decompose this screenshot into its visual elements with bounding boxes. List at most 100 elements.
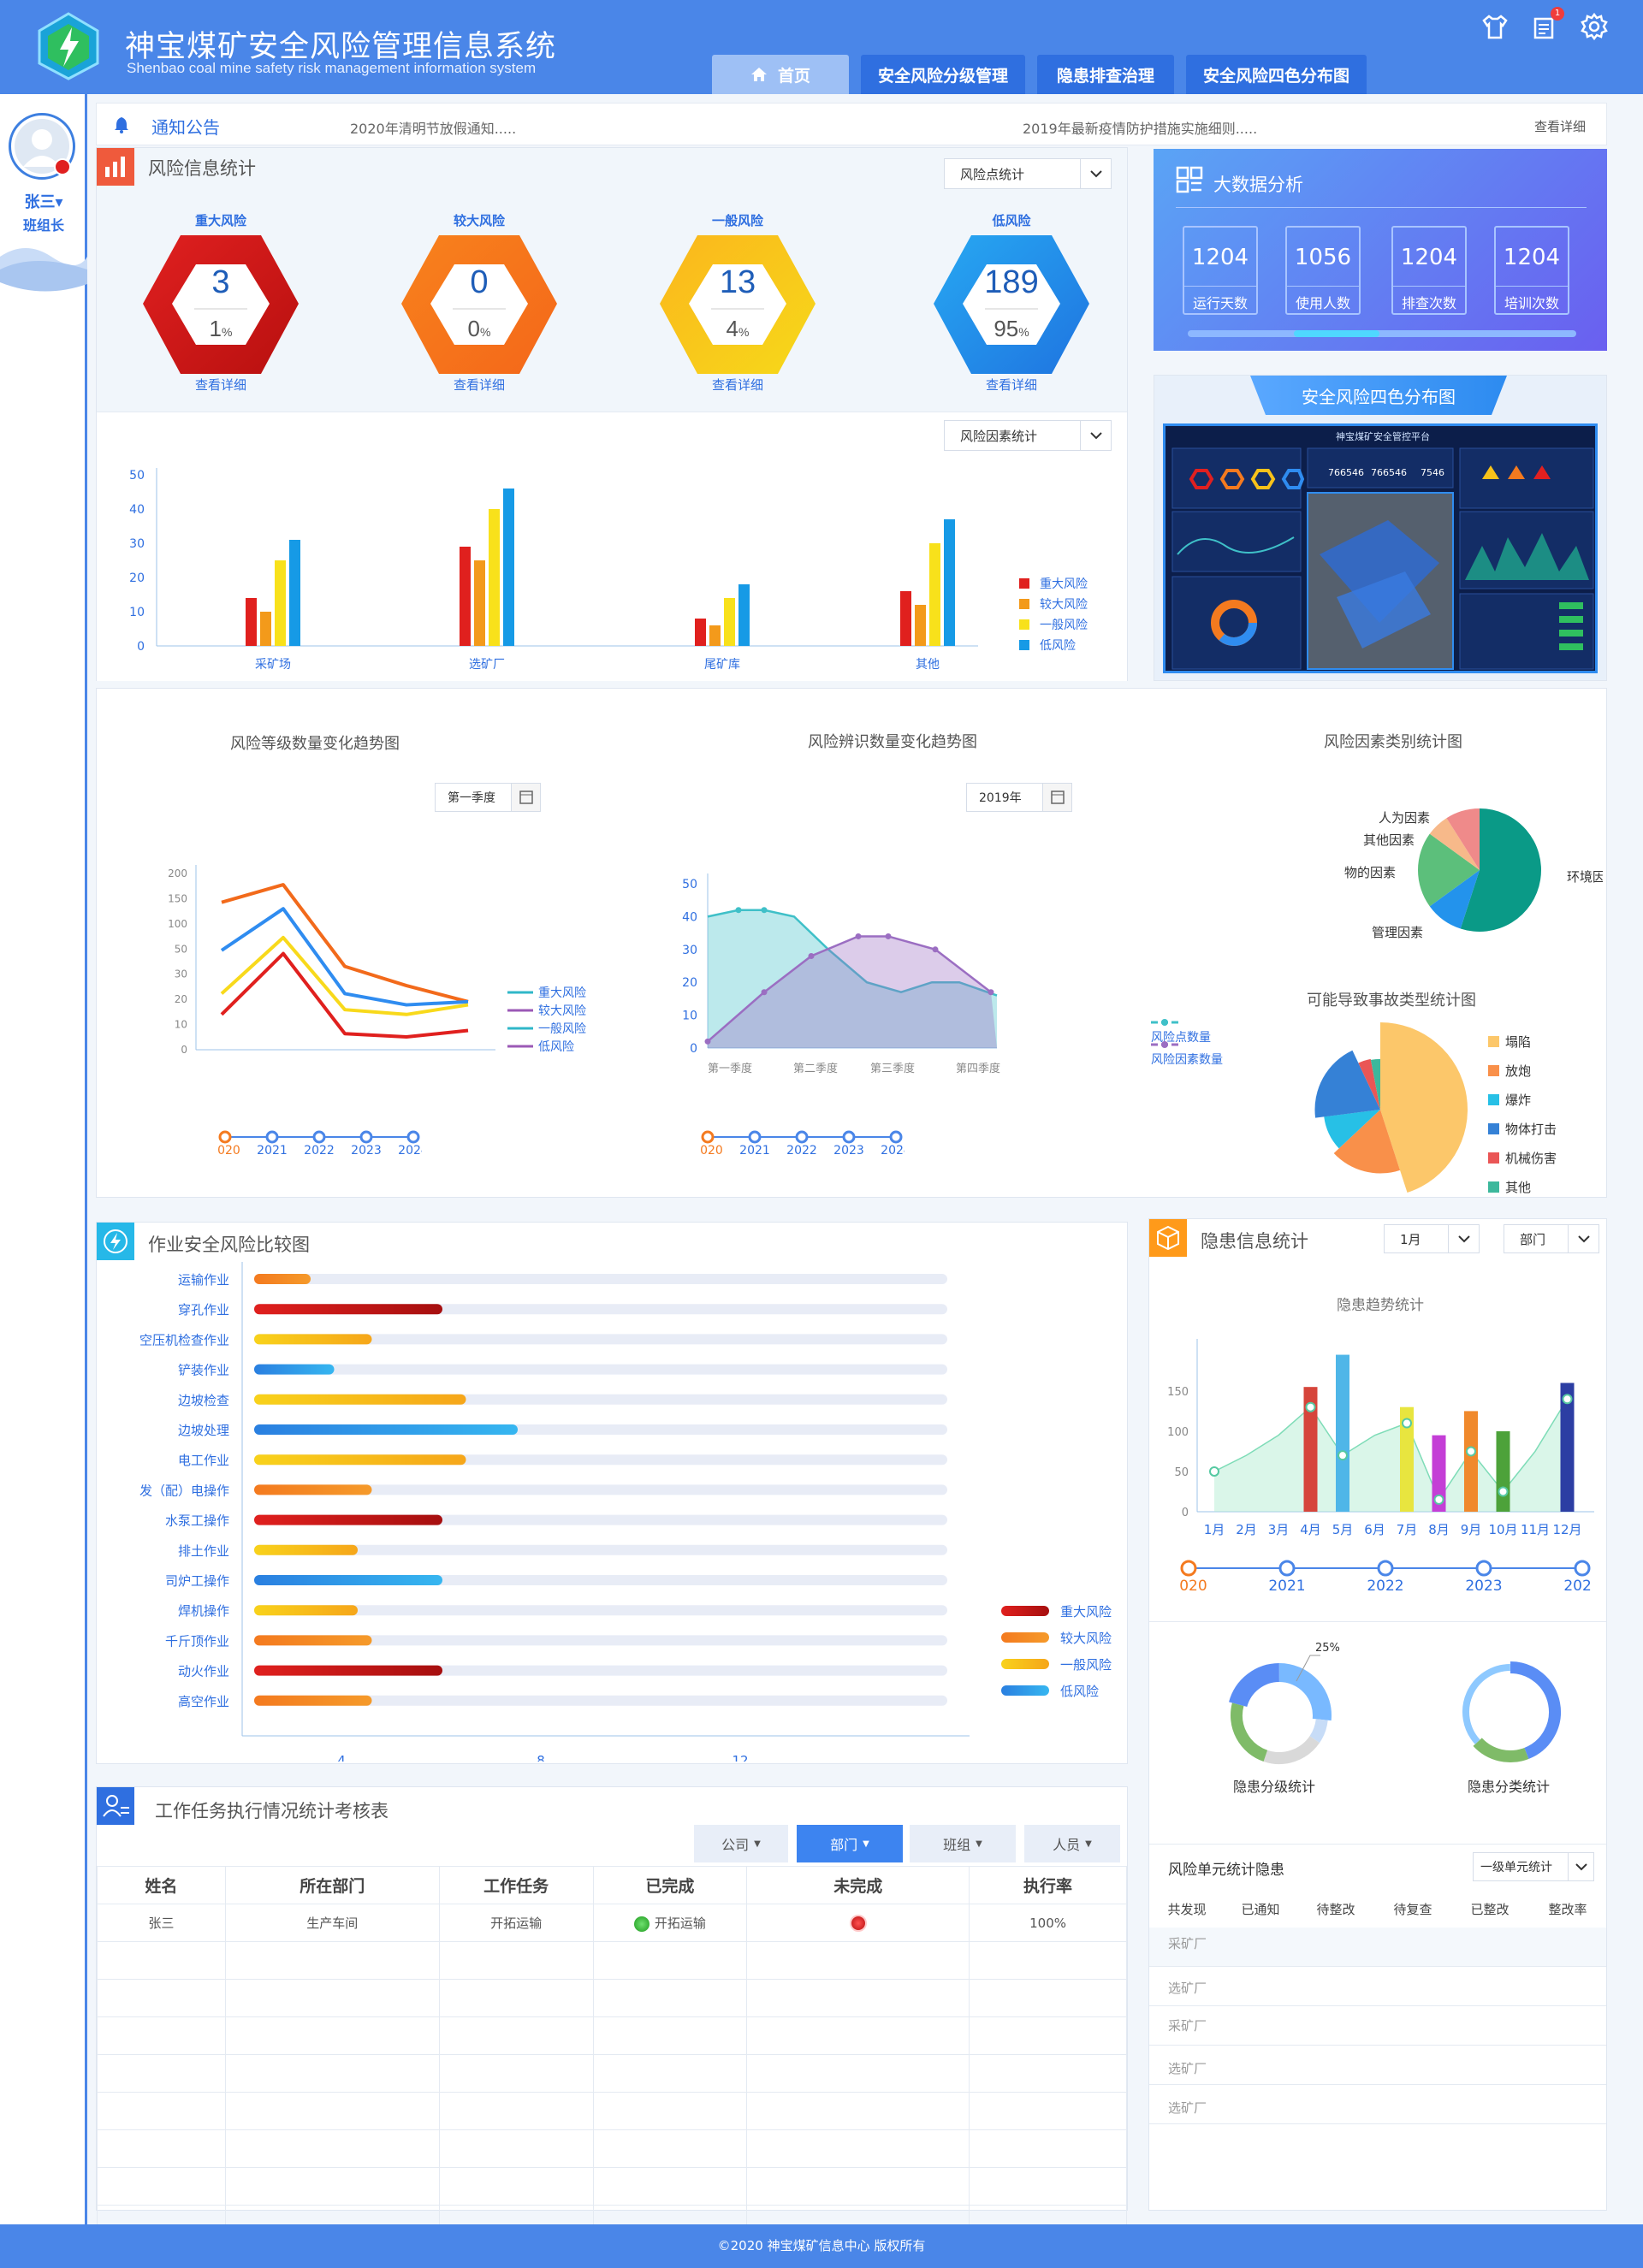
legend-label: 低风险 [1060, 1684, 1099, 1699]
timeline-node [359, 1130, 373, 1144]
timeline-node [1377, 1560, 1394, 1577]
legend-label: 机械伤害 [1505, 1151, 1557, 1166]
category-label: 铲装作业 [178, 1363, 229, 1378]
stat-label: 运行天数 [1184, 286, 1256, 312]
donut-segment [1510, 1661, 1561, 1759]
area-fill [1214, 1399, 1568, 1512]
bar [254, 1424, 518, 1435]
table-row[interactable]: 张三 生产车间 开拓运输 开拓运输 100% [97, 1904, 1127, 1942]
data-point [1466, 1446, 1476, 1457]
header: 神宝煤矿安全风险管理信息系统 Shenbao coal mine safety … [0, 0, 1643, 94]
department-select[interactable]: 部门 [1504, 1224, 1599, 1253]
sidebar: 张三▾ 班组长 [0, 94, 87, 2224]
stat-label: 使用人数 [1287, 286, 1359, 312]
filter-team[interactable]: 班组 ▼ [910, 1825, 1016, 1862]
filter-person[interactable]: 人员 ▼ [1024, 1825, 1120, 1862]
legend-swatch [1488, 1181, 1499, 1193]
pie-label: 其他因素 [1363, 832, 1415, 848]
timeline-year: 2022 [786, 1144, 817, 1158]
donut-segment [1231, 1702, 1268, 1762]
filter-company[interactable]: 公司 ▼ [694, 1825, 788, 1862]
y-tick-label: 50 [129, 469, 145, 483]
risk-factor-select[interactable]: 风险因素统计 [944, 420, 1112, 451]
stat-inspections: 1204 排查次数 [1391, 226, 1467, 315]
col-header: 已完成 [592, 1866, 748, 1904]
view-detail-link[interactable]: 查看详细 [964, 376, 1059, 394]
data-point [988, 989, 994, 996]
timeline-node [842, 1130, 856, 1144]
view-detail-link[interactable]: 查看详细 [691, 376, 785, 394]
month-select[interactable]: 1月 [1384, 1224, 1480, 1253]
cell-task: 开拓运输 [438, 1904, 594, 1942]
notice-label: 通知公告 [151, 117, 220, 138]
list-item[interactable]: 选矿厂 [1149, 1967, 1606, 2006]
year-select-value: 2019年 [979, 791, 1022, 805]
col-header: 所在部门 [224, 1866, 440, 1904]
list-item[interactable]: 采矿厂 [1149, 2006, 1606, 2046]
task-title: 工作任务执行情况统计考核表 [155, 1801, 389, 1821]
stat-users: 1056 使用人数 [1285, 226, 1361, 315]
calendar-icon [511, 784, 540, 811]
notice-item[interactable]: 2019年最新疫情防护措施实施细则..... [1023, 117, 1257, 138]
stat-label: 排查次数 [1393, 286, 1465, 312]
four-color-panel: 安全风险四色分布图 神宝煤矿安全管控平台 766546 766546 7546 [1154, 375, 1607, 681]
timeline-node [312, 1130, 326, 1144]
cell-undone [746, 1904, 970, 1942]
view-detail-link[interactable]: 查看详细 [174, 376, 268, 394]
bar [474, 560, 485, 646]
user-name[interactable]: 张三▾ [0, 190, 87, 212]
risk-point-select[interactable]: 风险点统计 [944, 158, 1112, 189]
notice-item[interactable]: 2020年清明节放假通知..... [350, 117, 516, 138]
data-point [1305, 1401, 1316, 1412]
tab-hazard[interactable]: 隐患排查治理 [1037, 55, 1175, 94]
quarter-select[interactable]: 第一季度 [435, 783, 541, 812]
risk-card-percent-value: 95 [994, 316, 1019, 341]
category-label: 空压机检查作业 [139, 1332, 229, 1347]
unit-level-select[interactable]: 一级单元统计 [1473, 1852, 1594, 1881]
x-tick-label: 8 [537, 1753, 545, 1762]
list-item[interactable]: 选矿厂 [1149, 2085, 1606, 2124]
stat-value: 1204 [1191, 245, 1249, 270]
timeline-year: 2020 [699, 1144, 723, 1158]
hazard-level-donut [1229, 1655, 1332, 1764]
caret-down-icon: ▼ [1085, 1839, 1092, 1849]
tab-four-color[interactable]: 安全风险四色分布图 [1186, 55, 1367, 94]
x-tick-label: 采矿场 [255, 658, 291, 672]
bar-track [254, 1605, 947, 1616]
percent-unit: % [222, 325, 233, 339]
x-tick-label: 8月 [1428, 1522, 1450, 1536]
tab-home[interactable]: 首页 [712, 55, 849, 94]
timeline-node [795, 1130, 809, 1144]
user-list-icon [97, 1787, 134, 1825]
notification-button[interactable]: 1 [1530, 7, 1564, 41]
timeline-node [701, 1130, 715, 1144]
list-item[interactable]: 选矿厂 [1149, 2046, 1606, 2085]
shirt-icon[interactable] [1480, 12, 1510, 41]
view-detail-link[interactable]: 查看详细 [432, 376, 526, 394]
risk-card-label: 较大风险 [453, 213, 505, 228]
risk-card-percent: 1% [139, 316, 302, 342]
y-tick-label: 50 [682, 878, 697, 891]
timeline-node [1278, 1560, 1296, 1577]
bar [254, 1544, 358, 1555]
legend-swatch [1488, 1123, 1499, 1134]
list-item[interactable]: 采矿厂 [1149, 1928, 1606, 1967]
user-avatar-icon [15, 119, 71, 175]
notice-more-link[interactable]: 查看详细 [1534, 117, 1586, 135]
risk-card-percent-value: 1 [209, 316, 222, 341]
category-label: 穿孔作业 [178, 1302, 229, 1318]
settings-icon[interactable] [1580, 12, 1609, 41]
month-select-value: 1月 [1400, 1231, 1421, 1247]
year-select[interactable]: 2019年 [966, 783, 1072, 812]
risk-card-value: 0 [470, 264, 489, 300]
avatar[interactable] [9, 113, 75, 180]
filter-department[interactable]: 部门 ▼ [797, 1825, 903, 1862]
tab-risk-level[interactable]: 安全风险分级管理 [861, 55, 1026, 94]
legend-label: 重大风险 [538, 986, 586, 1000]
bar [254, 1695, 372, 1706]
pie-label: 人为因素 [1379, 810, 1430, 826]
four-color-preview[interactable]: 神宝煤矿安全管控平台 766546 766546 7546 [1163, 423, 1598, 673]
legend-swatch [1019, 599, 1029, 609]
x-tick-label: 12 [732, 1753, 748, 1762]
four-color-title-banner[interactable]: 安全风险四色分布图 [1250, 376, 1507, 415]
